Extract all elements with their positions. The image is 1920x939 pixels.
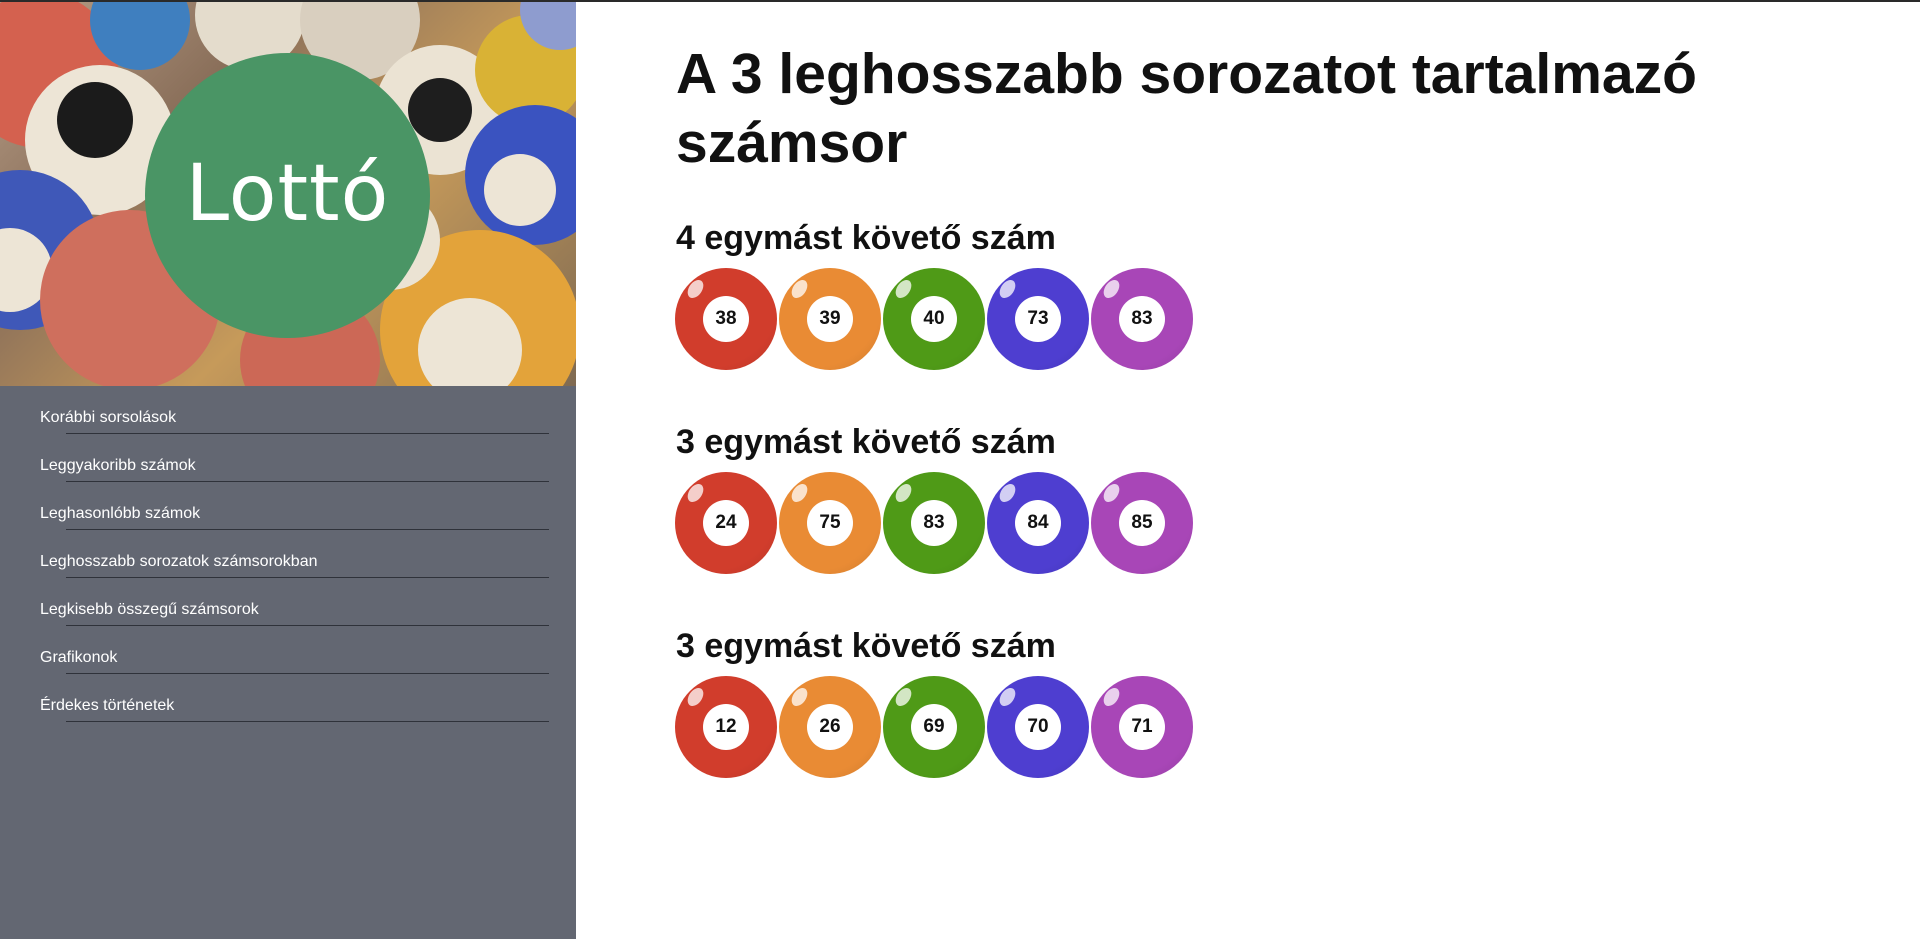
lottery-ball: 24: [675, 472, 777, 574]
nav-item-leghasonlobb-szamok[interactable]: Leghasonlóbb számok: [0, 482, 576, 530]
lottery-ball: 39: [779, 268, 881, 370]
group-heading: 3 egymást követő szám: [676, 423, 1056, 461]
sidebar-nav: Korábbi sorsolások Leggyakoribb számok L…: [0, 386, 576, 722]
lottery-ball: 83: [1091, 268, 1193, 370]
page-title: A 3 leghosszabb sorozatot tartalmazó szá…: [676, 42, 1697, 175]
nav-item-leggyakoribb-szamok[interactable]: Leggyakoribb számok: [0, 434, 576, 482]
ball-number: 71: [1119, 704, 1165, 750]
ball-number: 85: [1119, 500, 1165, 546]
ball-number: 24: [703, 500, 749, 546]
lottery-ball: 83: [883, 472, 985, 574]
ball-number: 40: [911, 296, 957, 342]
sidebar: Lottó Korábbi sorsolások Leggyakoribb sz…: [0, 0, 576, 939]
nav-item-erdekes-tortenetek[interactable]: Érdekes történetek: [0, 674, 576, 722]
nav-link-korabbi-sorsolasok[interactable]: Korábbi sorsolások: [40, 409, 176, 427]
top-border: [0, 0, 1920, 2]
lottery-ball: 84: [987, 472, 1089, 574]
ball-number: 12: [703, 704, 749, 750]
lottery-ball: 12: [675, 676, 777, 778]
lottery-ball: 85: [1091, 472, 1193, 574]
lottery-ball: 70: [987, 676, 1089, 778]
nav-item-grafikonok[interactable]: Grafikonok: [0, 626, 576, 674]
group-heading: 3 egymást követő szám: [676, 627, 1056, 665]
nav-link-leggyakoribb-szamok[interactable]: Leggyakoribb számok: [40, 457, 196, 475]
ball-number: 83: [911, 500, 957, 546]
lottery-ball: 71: [1091, 676, 1193, 778]
nav-link-leghasonlobb-szamok[interactable]: Leghasonlóbb számok: [40, 505, 200, 523]
hero-image: Lottó: [0, 0, 576, 386]
lottery-ball: 26: [779, 676, 881, 778]
nav-link-legkisebb-osszegu[interactable]: Legkisebb összegű számsorok: [40, 601, 259, 619]
nav-link-leghosszabb-sorozatok[interactable]: Leghosszabb sorozatok számsorokban: [40, 553, 318, 571]
nav-item-leghosszabb-sorozatok[interactable]: Leghosszabb sorozatok számsorokban: [0, 530, 576, 578]
logo[interactable]: Lottó: [145, 53, 430, 338]
lottery-ball: 40: [883, 268, 985, 370]
ball-number: 38: [703, 296, 749, 342]
nav-divider: [66, 721, 549, 722]
lottery-ball: 69: [883, 676, 985, 778]
ball-number: 84: [1015, 500, 1061, 546]
sequence-group-3: 3 egymást követő szám 12 26 69 70 71: [675, 626, 1193, 778]
lottery-ball: 38: [675, 268, 777, 370]
ball-number: 26: [807, 704, 853, 750]
nav-item-korabbi-sorsolasok[interactable]: Korábbi sorsolások: [0, 386, 576, 434]
ball-number: 75: [807, 500, 853, 546]
nav-link-erdekes-tortenetek[interactable]: Érdekes történetek: [40, 697, 174, 715]
main-content: A 3 leghosszabb sorozatot tartalmazó szá…: [675, 40, 1876, 778]
nav-link-grafikonok[interactable]: Grafikonok: [40, 649, 117, 667]
nav-item-legkisebb-osszegu[interactable]: Legkisebb összegű számsorok: [0, 578, 576, 626]
ball-number: 39: [807, 296, 853, 342]
group-heading: 4 egymást követő szám: [676, 219, 1056, 257]
lottery-ball: 75: [779, 472, 881, 574]
sequence-group-2: 3 egymást követő szám 24 75 83 84 85: [675, 422, 1193, 574]
lottery-ball: 73: [987, 268, 1089, 370]
logo-text: Lottó: [185, 148, 390, 239]
ball-number: 83: [1119, 296, 1165, 342]
sequence-group-1: 4 egymást követő szám 38 39 40 73 83: [675, 218, 1193, 370]
ball-number: 70: [1015, 704, 1061, 750]
ball-number: 69: [911, 704, 957, 750]
ball-number: 73: [1015, 296, 1061, 342]
